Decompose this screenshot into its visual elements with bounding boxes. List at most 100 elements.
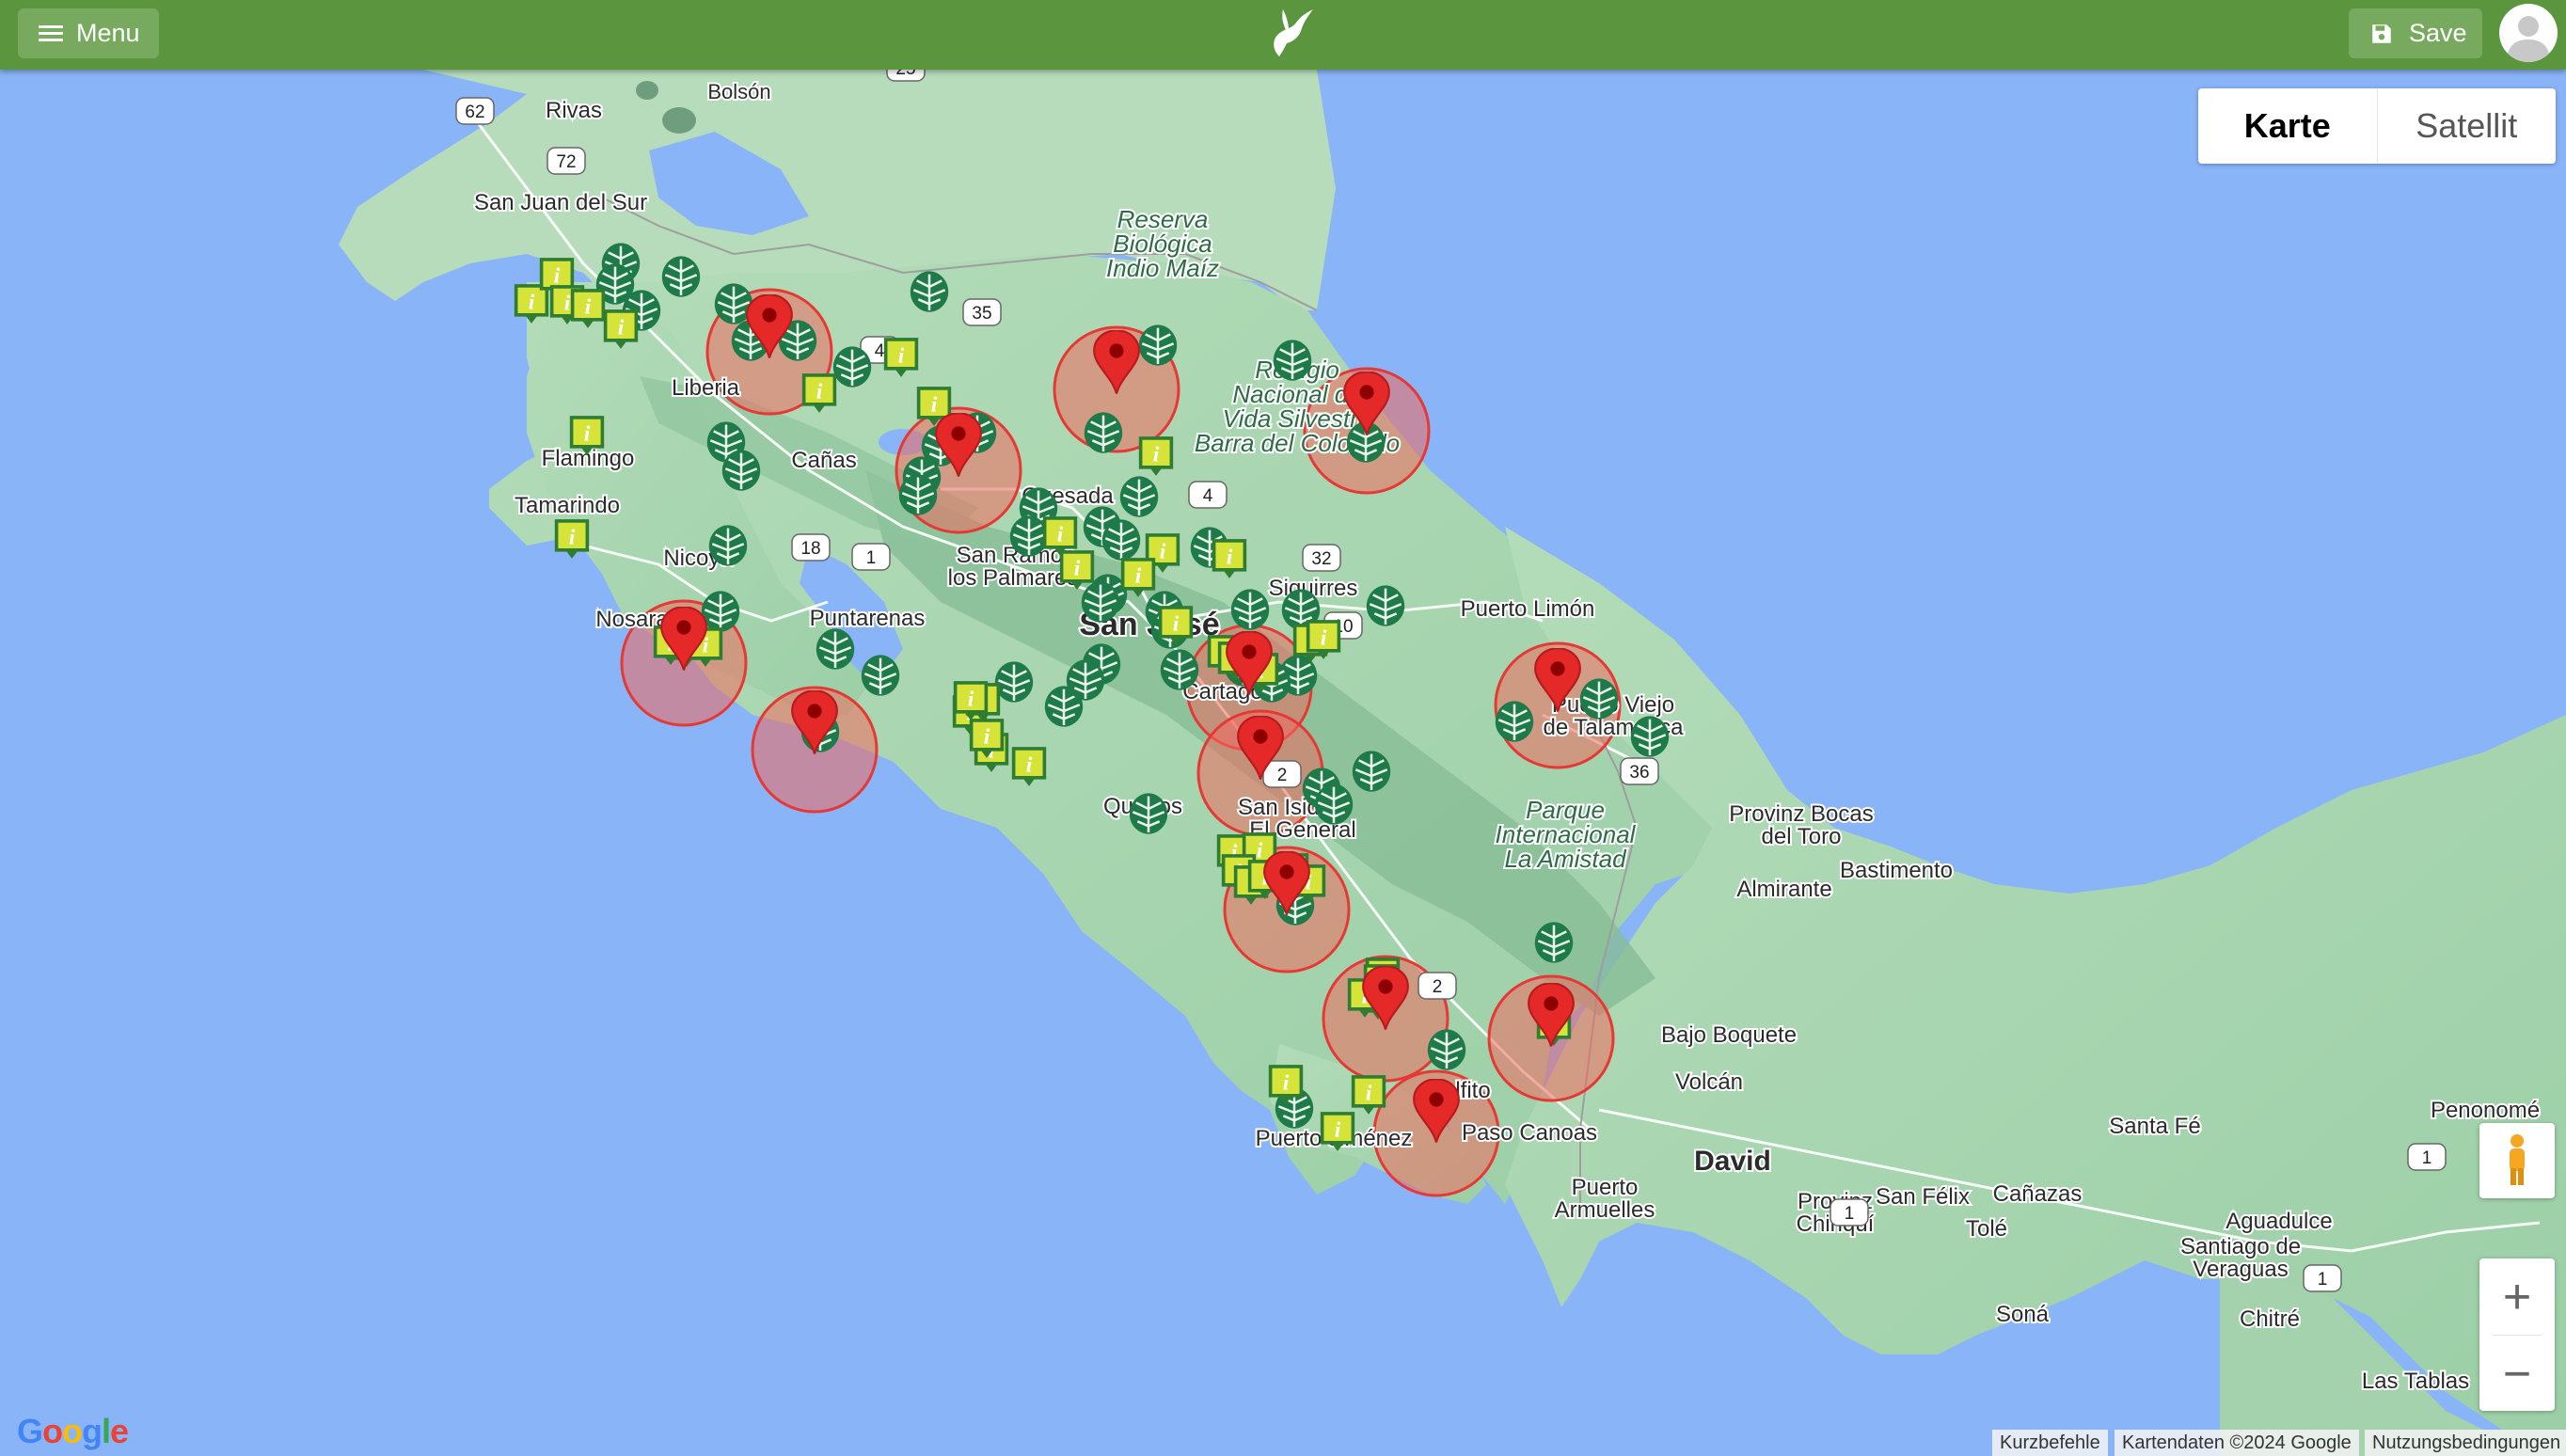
monstera-leaf-icon[interactable] <box>1351 750 1392 793</box>
monstera-leaf-icon[interactable] <box>1118 475 1160 518</box>
zoom-control: + − <box>2479 1258 2555 1411</box>
road-shield: 32 <box>1302 544 1341 572</box>
place-label: los Palmares <box>948 565 1079 591</box>
monstera-leaf-icon[interactable] <box>707 524 749 567</box>
monstera-leaf-icon[interactable] <box>909 270 950 313</box>
svg-text:35: 35 <box>972 304 991 324</box>
monstera-leaf-icon[interactable] <box>897 473 939 516</box>
place-label: Paso Canoas <box>1462 1120 1597 1146</box>
place-label: Tamarindo <box>515 493 620 518</box>
road-shield: 2 <box>1262 760 1302 788</box>
attribution-terms[interactable]: Nutzungsbedingungen <box>2365 1430 2566 1456</box>
monstera-leaf-icon[interactable] <box>815 627 856 671</box>
road-shield: 2 <box>1418 972 1457 1000</box>
place-label: Provinz Bocas <box>1729 801 1873 827</box>
monstera-leaf-icon[interactable] <box>1008 514 1050 558</box>
road-shield: 72 <box>546 147 586 175</box>
hummingbird-logo[interactable] <box>1259 6 1315 62</box>
save-label: Save <box>2409 19 2467 47</box>
monstera-leaf-icon[interactable] <box>1313 783 1354 826</box>
island-zapatera <box>636 81 658 100</box>
monstera-leaf-icon[interactable] <box>660 255 702 298</box>
road-shield: 1 <box>2407 1143 2447 1171</box>
monstera-leaf-icon[interactable] <box>1533 921 1575 964</box>
place-label: Soná <box>1996 1302 2050 1327</box>
plus-icon[interactable]: + <box>2479 1258 2555 1335</box>
island-ometepe <box>662 107 696 134</box>
svg-text:2: 2 <box>1277 766 1288 785</box>
svg-text:1: 1 <box>2422 1148 2432 1168</box>
svg-text:36: 36 <box>1629 763 1649 783</box>
monstera-leaf-icon[interactable] <box>700 590 741 633</box>
road-shield: 1 <box>1829 1198 1869 1227</box>
svg-text:62: 62 <box>465 103 484 122</box>
place-label: Veraguas <box>2193 1257 2288 1282</box>
map-type-control: Karte Satellit <box>2198 88 2556 164</box>
place-label: Aguadulce <box>2225 1209 2332 1234</box>
monstera-leaf-icon[interactable] <box>721 449 762 492</box>
monstera-leaf-icon[interactable] <box>1365 584 1406 627</box>
monstera-leaf-icon[interactable] <box>1229 588 1271 631</box>
place-label: Santiago de <box>2180 1234 2301 1259</box>
monstera-leaf-icon[interactable] <box>1159 648 1200 691</box>
place-label: Puerto <box>1572 1175 1639 1200</box>
google-logo[interactable]: Google <box>17 1412 129 1451</box>
road-shield: 1 <box>2303 1264 2342 1292</box>
monstera-leaf-icon[interactable] <box>832 345 873 388</box>
place-label: Volcán <box>1675 1069 1743 1095</box>
place-label: Chitré <box>2240 1306 2300 1332</box>
place-label: Bajo Boquete <box>1661 1022 1797 1048</box>
monstera-leaf-icon[interactable] <box>1101 518 1142 562</box>
street-view-pegman-icon[interactable] <box>2479 1123 2555 1198</box>
road-shield: 35 <box>962 298 1002 326</box>
place-label: Cañas <box>791 448 856 473</box>
user-avatar-icon[interactable] <box>2499 4 2558 62</box>
road-shield: 62 <box>455 97 495 125</box>
attribution-shortcuts[interactable]: Kurzbefehle <box>1992 1430 2108 1456</box>
svg-text:1: 1 <box>2318 1270 2328 1290</box>
menu-label: Menu <box>76 19 140 47</box>
place-label: Bolsón <box>707 80 770 103</box>
place-label: Puntarenas <box>810 606 926 631</box>
map-canvas[interactable]: i RivasSan Juan del SurLiberiaFlamingoCa… <box>0 0 2566 1456</box>
monstera-leaf-icon[interactable] <box>993 660 1035 704</box>
monstera-leaf-icon[interactable] <box>1137 324 1179 367</box>
monstera-leaf-icon[interactable] <box>1065 658 1106 702</box>
place-label: Armuelles <box>1555 1197 1655 1223</box>
svg-text:1: 1 <box>1845 1204 1855 1224</box>
minus-icon[interactable]: − <box>2479 1336 2555 1412</box>
save-button[interactable]: Save <box>2349 8 2482 58</box>
place-label: Liberia <box>672 375 740 401</box>
place-label: Puerto Limón <box>1461 596 1595 622</box>
road-shield: 36 <box>1620 757 1659 785</box>
place-label: Rivas <box>546 98 602 123</box>
road-shield: 1 <box>851 543 891 571</box>
place-label: Bastimento <box>1840 858 1953 883</box>
menu-button[interactable]: Menu <box>18 8 159 58</box>
place-label: La Amistad <box>1504 845 1627 873</box>
monstera-leaf-icon[interactable] <box>1128 792 1169 835</box>
monstera-leaf-icon[interactable] <box>1629 715 1671 758</box>
monstera-leaf-icon[interactable] <box>1083 411 1124 454</box>
map-type-karte[interactable]: Karte <box>2198 88 2378 164</box>
place-label: San Félix <box>1876 1184 1970 1210</box>
place-label: David <box>1694 1146 1771 1177</box>
monstera-leaf-icon[interactable] <box>1578 677 1620 720</box>
svg-text:32: 32 <box>1311 549 1331 569</box>
map-type-satellit[interactable]: Satellit <box>2378 88 2557 164</box>
monstera-leaf-icon[interactable] <box>860 654 901 697</box>
monstera-leaf-icon[interactable] <box>1426 1028 1467 1071</box>
place-label: del Toro <box>1762 824 1842 849</box>
svg-text:4: 4 <box>875 341 885 361</box>
attribution-map-data[interactable]: Kartendaten ©2024 Google <box>2115 1430 2359 1456</box>
monstera-leaf-icon[interactable] <box>1080 580 1121 624</box>
hamburger-icon <box>39 24 63 42</box>
svg-text:18: 18 <box>800 539 820 559</box>
place-label: Penonomé <box>2431 1098 2540 1123</box>
place-label: San Juan del Sur <box>474 190 647 215</box>
road-shield: 18 <box>791 533 831 562</box>
svg-text:2: 2 <box>1433 977 1443 997</box>
place-label: Santa Fé <box>2109 1114 2200 1139</box>
monstera-leaf-icon[interactable] <box>1272 339 1313 382</box>
monstera-leaf-icon[interactable] <box>1494 700 1535 743</box>
